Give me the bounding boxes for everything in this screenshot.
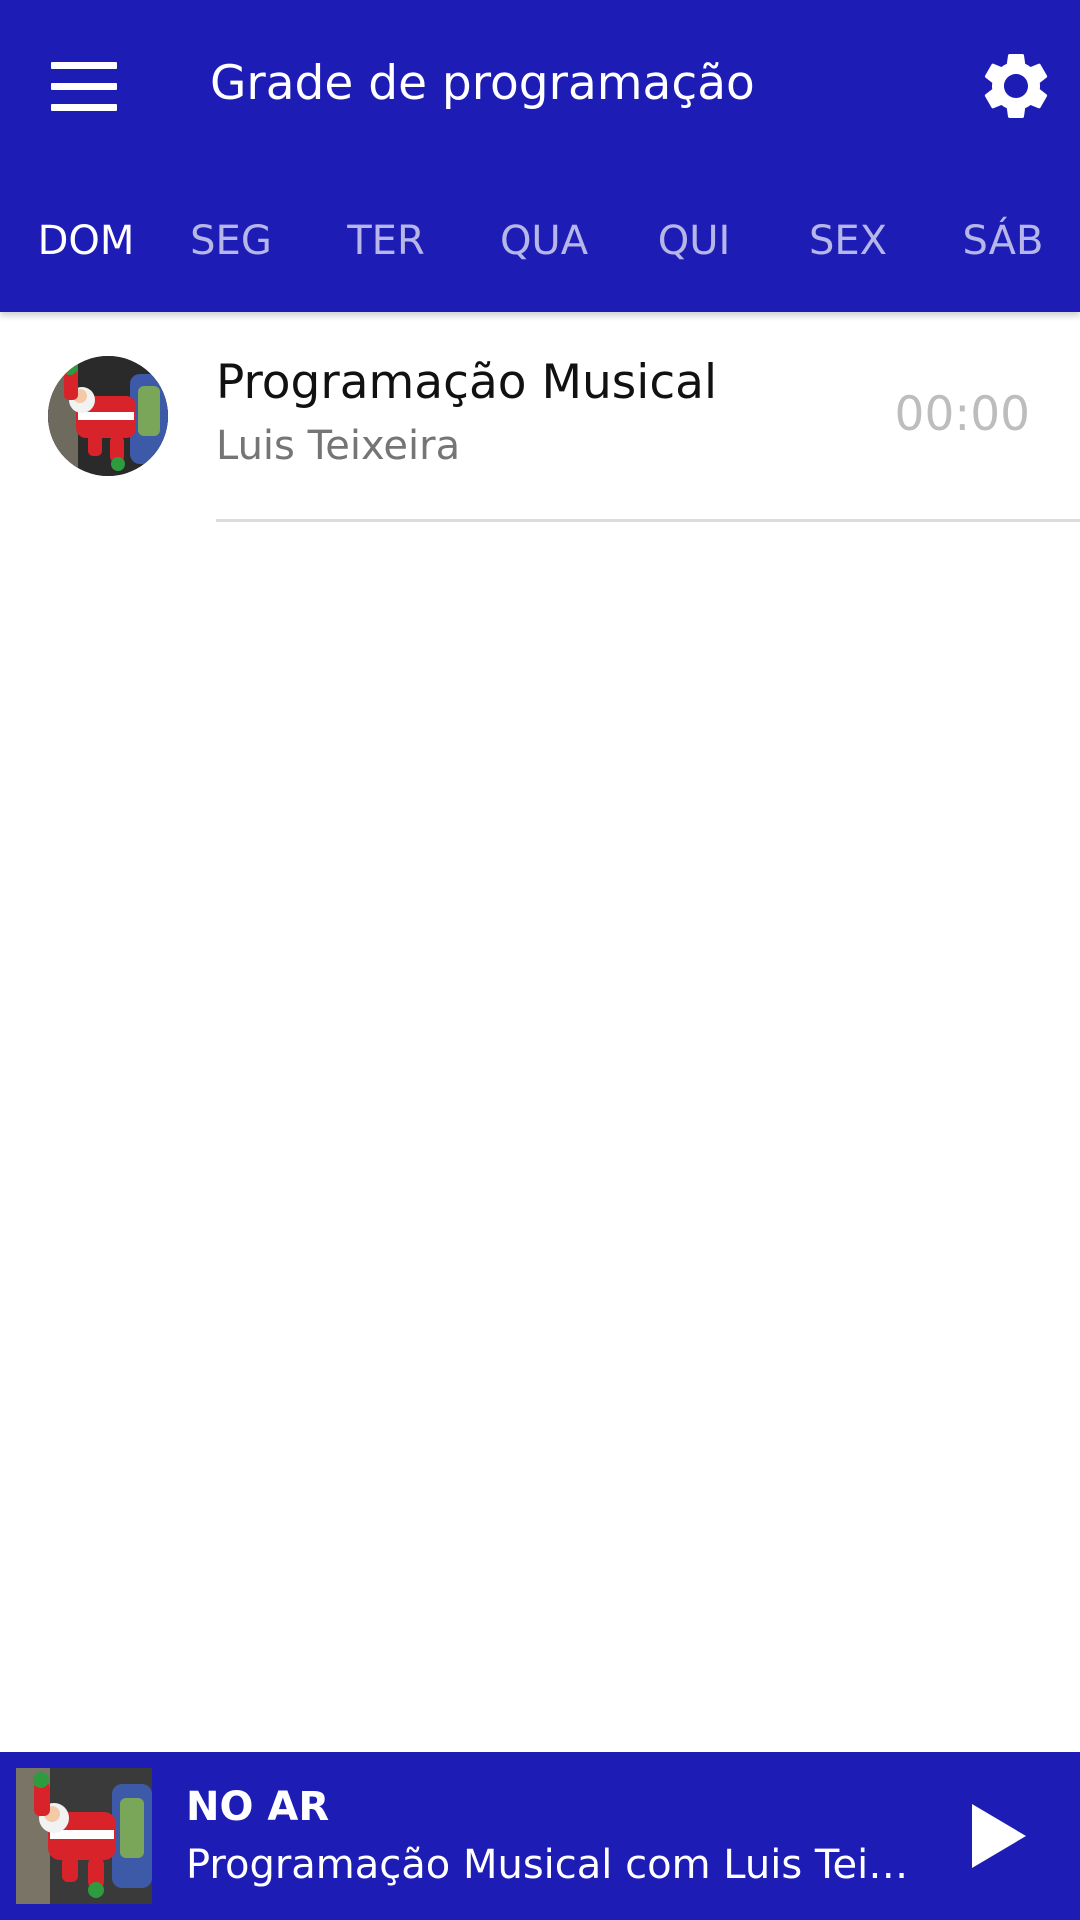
gear-icon xyxy=(984,53,1048,118)
settings-button[interactable] xyxy=(974,44,1058,128)
schedule-item[interactable]: Programação Musical Luis Teixeira 00:00 xyxy=(0,312,1080,522)
now-playing-thumbnail xyxy=(16,1768,152,1904)
menu-icon-line xyxy=(51,61,117,69)
tab-sex[interactable]: SEX xyxy=(809,200,887,282)
now-playing-text: Programação Musical com Luis Teixeira xyxy=(186,1842,916,1888)
program-host: Luis Teixeira xyxy=(216,423,461,469)
program-time: 00:00 xyxy=(894,387,1030,442)
play-icon xyxy=(972,1804,1026,1868)
schedule-screen: Grade de programação DOM SEG TER QUA QUI… xyxy=(0,0,1080,1920)
app-bar: Grade de programação DOM SEG TER QUA QUI… xyxy=(0,0,1080,312)
page-title: Grade de programação xyxy=(210,56,755,111)
tab-seg[interactable]: SEG xyxy=(190,200,272,282)
row-divider xyxy=(216,519,1080,522)
tab-qua[interactable]: QUA xyxy=(500,200,588,282)
schedule-list: Programação Musical Luis Teixeira 00:00 xyxy=(0,312,1080,522)
tab-ter[interactable]: TER xyxy=(347,200,425,282)
play-button[interactable] xyxy=(956,1794,1040,1878)
santa-thumbnail-image xyxy=(16,1768,152,1904)
day-tabs: DOM SEG TER QUA QUI SEX SÁB xyxy=(0,200,1080,282)
menu-icon-line xyxy=(51,103,117,111)
now-playing-bar[interactable]: NO AR Programação Musical com Luis Teixe… xyxy=(0,1752,1080,1920)
tab-sab[interactable]: SÁB xyxy=(963,200,1044,282)
program-avatar xyxy=(48,356,168,476)
menu-icon-line xyxy=(51,82,117,90)
tab-qui[interactable]: QUI xyxy=(658,200,731,282)
on-air-label: NO AR xyxy=(186,1784,330,1830)
santa-thumbnail-image xyxy=(48,356,168,476)
program-title: Programação Musical xyxy=(216,355,718,410)
menu-button[interactable] xyxy=(34,45,134,127)
tab-dom[interactable]: DOM xyxy=(38,200,135,282)
